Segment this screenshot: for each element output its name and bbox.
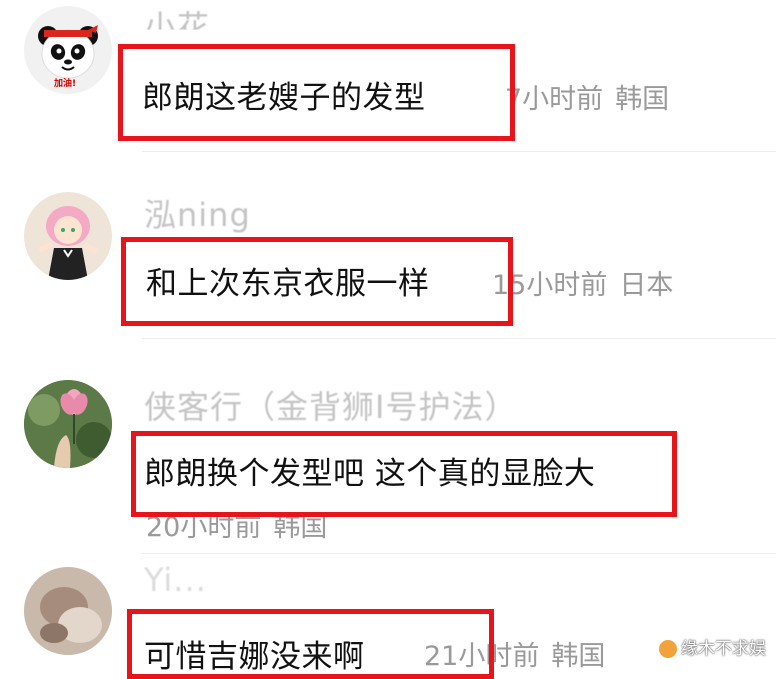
avatar[interactable]: 加油! [24,6,112,94]
watermark-logo-icon [659,640,677,658]
username[interactable]: 侠客行（金背狮I号护法） [144,382,517,428]
location: 韩国 [551,641,606,672]
comment-meta: 7小时前 韩国 [505,77,669,116]
username[interactable]: Yi... [144,561,207,599]
divider [142,151,776,152]
location: 韩国 [615,84,670,115]
avatar[interactable] [24,567,112,655]
username[interactable]: 泓ning [144,190,251,236]
divider [142,338,776,339]
highlight-box [131,431,677,517]
blurred-photo-avatar-icon [24,567,112,655]
lotus-flower-avatar-icon [24,380,112,468]
comment-item: 侠客行（金背狮I号护法） 郎朗换个发型吧 这个真的显脸大 20小时前 韩国 [0,345,776,545]
comment-meta: 15小时前 日本 [492,263,673,302]
username[interactable]: 小花 [144,2,210,30]
watermark: 缘木不求娱 [659,634,766,659]
highlight-box [121,237,513,326]
comment-item: 泓ning 和上次东京衣服一样 15小时前 日本 [0,160,776,335]
avatar[interactable] [24,192,112,280]
avatar-badge: 加油! [54,79,77,89]
divider [142,553,776,554]
watermark-text: 缘木不求娱 [681,639,766,659]
timestamp: 7小时前 [505,84,604,115]
highlight-box [118,44,515,141]
avatar[interactable] [24,380,112,468]
comment-item: 加油! 小花 郎朗这老嫂子的发型 7小时前 韩国 [0,0,776,150]
anime-girl-avatar-icon [24,192,112,280]
location: 日本 [619,270,674,301]
